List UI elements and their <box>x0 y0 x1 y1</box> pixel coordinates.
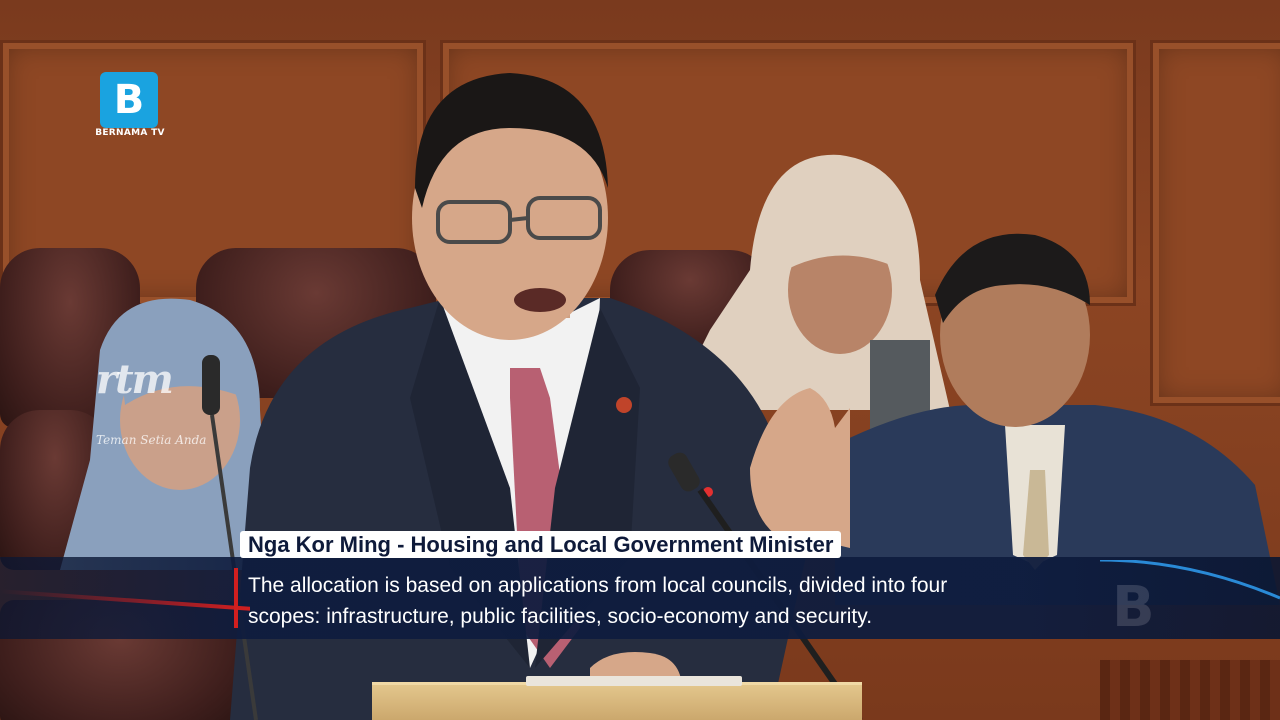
background-member-right <box>835 233 1280 605</box>
caption-line-2: scopes: infrastructure, public facilitie… <box>248 605 873 628</box>
lectern <box>372 682 862 720</box>
caption-bar-logo-watermark: B <box>1112 575 1155 640</box>
rtm-watermark: rtm <box>96 356 174 403</box>
video-frame: B BERNAMA TV rtm Teman Setia Anda B Nga … <box>0 0 1280 720</box>
bernama-logo-letter: B <box>113 77 145 123</box>
caption-red-bar <box>234 568 238 628</box>
lectern-screen <box>526 676 742 686</box>
wood-carving <box>1100 660 1280 720</box>
caption-line-1: The allocation is based on applications … <box>248 574 948 597</box>
speaker-name-tag: Nga Kor Ming - Housing and Local Governm… <box>240 531 842 558</box>
rtm-tagline: Teman Setia Anda <box>96 433 207 447</box>
bernama-tv-logo: B <box>100 72 158 128</box>
bernama-tv-label: BERNAMA TV <box>95 128 165 138</box>
caption-text: The allocation is based on applications … <box>248 570 1068 632</box>
